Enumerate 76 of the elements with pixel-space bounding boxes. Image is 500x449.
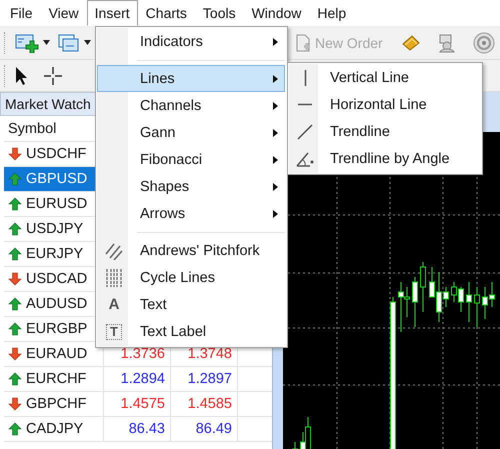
symbol-name: GBPCHF: [26, 396, 86, 412]
menu-item[interactable]: Vertical Line: [289, 64, 480, 91]
menu-item[interactable]: View: [40, 0, 87, 26]
symbol-name: USDJPY: [26, 221, 84, 237]
symbol-name: USDCHF: [26, 146, 86, 162]
symbol-name: CADJPY: [26, 421, 84, 437]
candlestick: [466, 282, 472, 322]
ask-price: 1.2897: [171, 367, 238, 391]
menu-item[interactable]: Window: [244, 0, 310, 26]
menu-item[interactable]: File: [2, 0, 41, 26]
menu-item[interactable]: Indicators: [97, 28, 285, 55]
submenu-arrow-icon: [272, 182, 278, 190]
crosshair-icon[interactable]: [43, 66, 63, 86]
text-label-icon: T: [106, 324, 122, 340]
candlestick: [412, 276, 418, 328]
symbol-cell[interactable]: CADJPY: [4, 417, 104, 441]
menu-item[interactable]: Help: [309, 0, 354, 26]
windows-icon: [58, 32, 80, 52]
submenu-arrow-icon: [272, 38, 278, 46]
submenu-arrow-icon: [272, 128, 278, 136]
angle-icon: [296, 150, 314, 166]
symbol-name: EURCHF: [26, 371, 86, 387]
person-icon[interactable]: [436, 32, 457, 52]
symbol-name: EURJPY: [26, 246, 84, 262]
bid-price: 86.43: [104, 417, 171, 441]
menu-item[interactable]: Horizontal Line: [289, 91, 480, 118]
submenu-arrow-icon: [272, 102, 278, 110]
symbol-cell[interactable]: GBPCHF: [4, 392, 104, 416]
symbol-name: EURAUD: [26, 346, 88, 362]
diagonal-line-icon: [297, 124, 313, 140]
submenu-arrow-icon: [272, 156, 278, 164]
up-arrow-icon: [8, 197, 22, 211]
up-arrow-icon: [8, 322, 22, 336]
bid-price: 1.4575: [104, 392, 171, 416]
cursor-icon[interactable]: [13, 66, 27, 86]
submenu-arrow-icon: [272, 74, 278, 82]
text-icon: A: [108, 296, 120, 313]
down-arrow-icon: [8, 147, 22, 161]
up-arrow-icon: [8, 172, 22, 186]
vertical-line-icon: [304, 70, 306, 86]
up-arrow-icon: [8, 297, 22, 311]
diagonal-lines-icon: [105, 242, 123, 260]
up-arrow-icon: [8, 222, 22, 236]
horizontal-line-icon: [298, 103, 312, 106]
caret-icon[interactable]: [84, 40, 91, 45]
up-arrow-icon: [8, 247, 22, 261]
ask-price: 1.4585: [171, 392, 238, 416]
submenu-arrow-icon: [272, 210, 278, 218]
down-arrow-icon: [8, 272, 22, 286]
candlestick: [474, 286, 480, 328]
bid-price: 1.2894: [104, 367, 171, 391]
up-arrow-icon: [8, 372, 22, 386]
symbol-name: USDCAD: [26, 271, 88, 287]
menu-item[interactable]: Lines: [97, 65, 285, 92]
chart-plus-icon: [15, 32, 39, 52]
candlestick: [292, 442, 298, 449]
menu-item[interactable]: Trendline: [289, 118, 480, 145]
symbol-name: EURUSD: [26, 196, 88, 212]
up-arrow-icon: [8, 422, 22, 436]
document-plus-icon: [295, 32, 311, 52]
vertical-lines-icon: [105, 268, 123, 288]
symbol-name: EURGBP: [26, 321, 88, 337]
menu-item[interactable]: Trendline by Angle: [289, 145, 480, 172]
wedge-icon[interactable]: [400, 34, 421, 52]
menu-item[interactable]: Charts: [138, 0, 195, 26]
ask-price: 86.49: [171, 417, 238, 441]
symbol-name: GBPUSD: [26, 171, 88, 187]
down-arrow-icon: [8, 347, 22, 361]
menu-item[interactable]: Tools: [194, 0, 244, 26]
menu-item[interactable]: Insert: [86, 0, 138, 26]
candlestick: [420, 262, 426, 312]
signal-icon[interactable]: [472, 32, 495, 54]
caret-icon[interactable]: [43, 40, 50, 45]
down-arrow-icon: [8, 397, 22, 411]
symbol-cell[interactable]: EURCHF: [4, 367, 104, 391]
symbol-name: AUDUSD: [26, 296, 88, 312]
